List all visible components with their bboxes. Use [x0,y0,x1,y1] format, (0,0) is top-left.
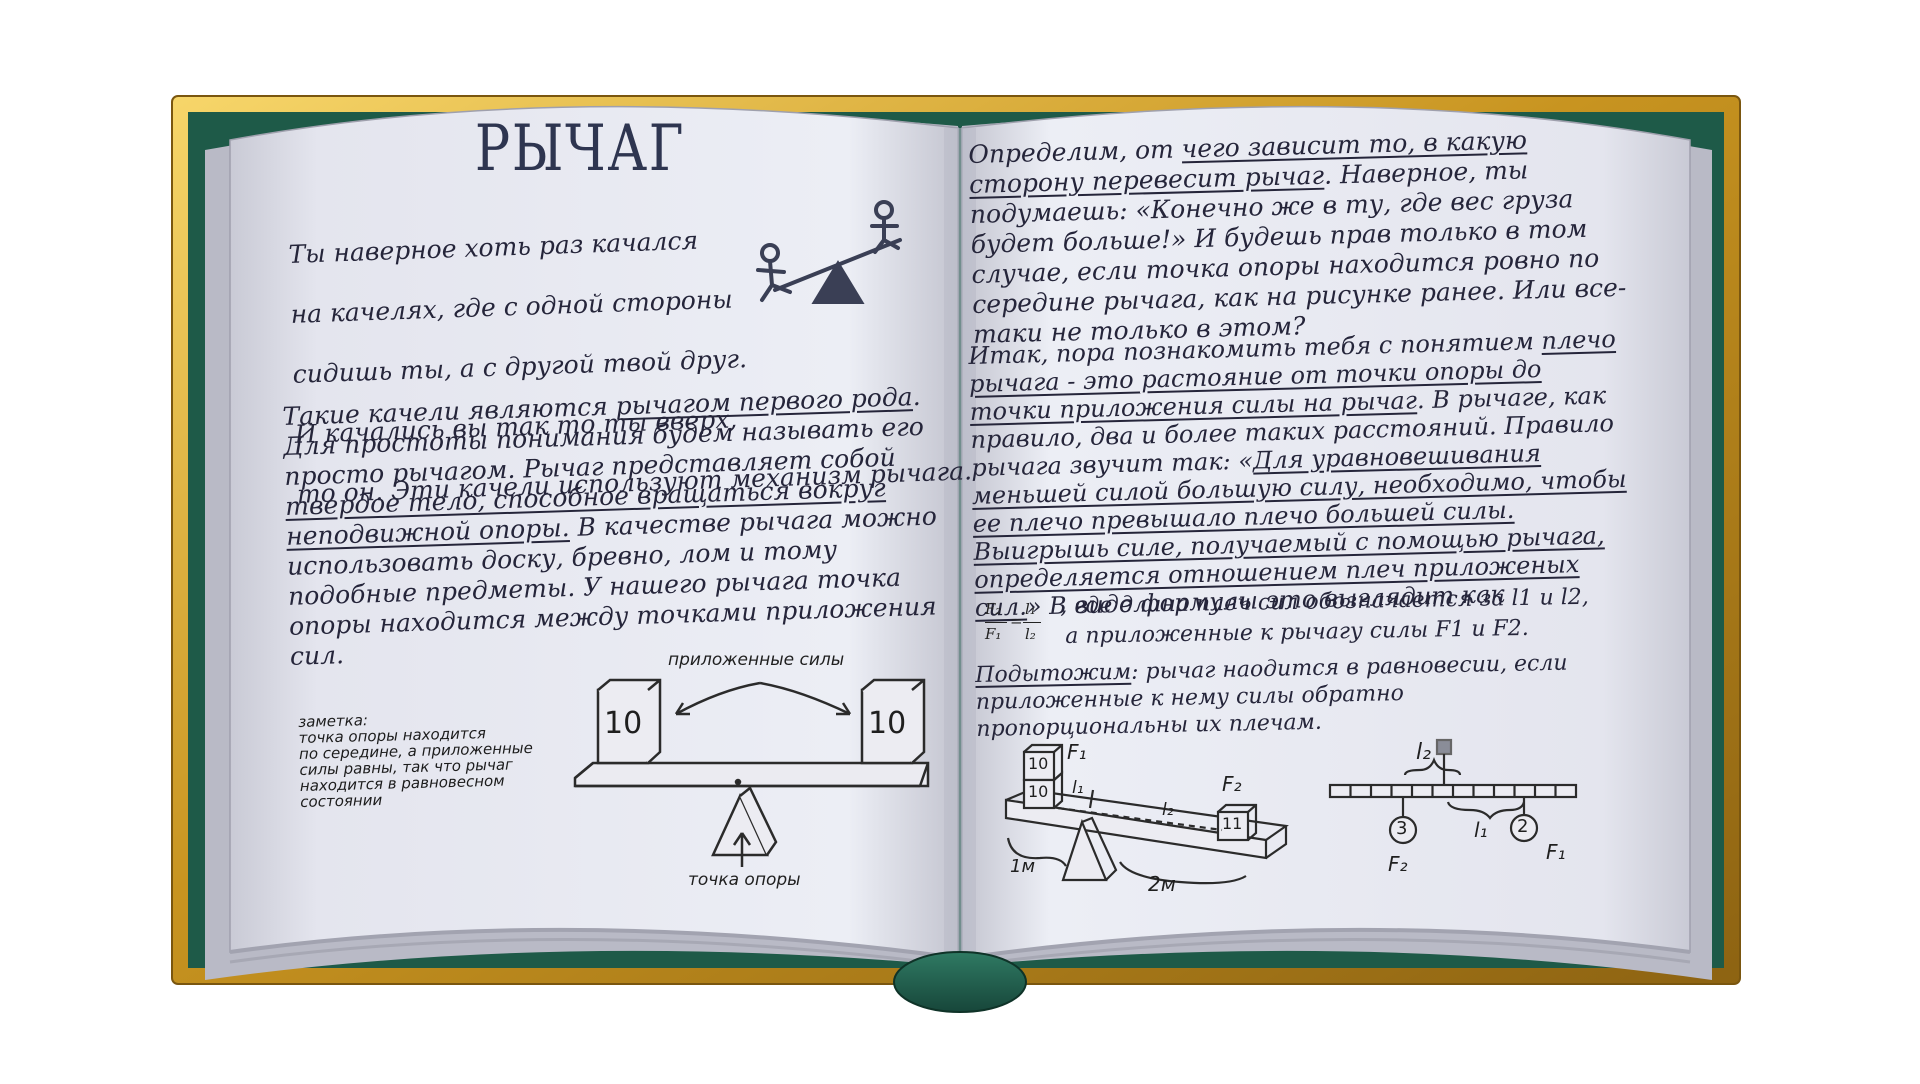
fig1-F1: F₁ [1067,740,1087,764]
formula-eq: = [1010,612,1023,630]
weight-left: 10 [604,706,643,741]
weight-right: 10 [868,706,907,741]
text-span: Определим, от [968,134,1183,169]
fig1-weight-right: 11 [1222,814,1243,833]
summary-paragraph: Подытожим: рычаг наодится в равновесии, … [975,649,1617,743]
forces-label: приложенные силы [668,650,845,670]
intro-line: на качелях, где с одной стороны [290,284,734,329]
lever-formula: F₂ F₁ = l₁ l₂ [985,600,1055,652]
fig1-l2: l₂ [1162,800,1174,820]
underlined-term: Подытожим [975,659,1132,688]
fig2-F2: F₂ [1388,852,1408,876]
intro-line: сидишь ты, а с другой твой друг. [292,344,748,389]
fig1-dist-1: 1м [1010,856,1036,877]
fig2-circle-2: 2 [1517,816,1529,837]
fulcrum-label: точка опоры [688,870,801,890]
fig2-circle-3: 3 [1396,818,1408,839]
book-illustration: РЫЧАГ Ты наверное хоть раз качался на ка… [0,0,1920,1080]
lever-arm-paragraph: Итак, пора познакомить тебя с понятием п… [968,325,1635,622]
lever-definition-paragraph: Такие качели являются рычагом первого ро… [282,381,960,672]
fig2-l2: l₂ [1416,740,1431,765]
fig2-F1: F₁ [1546,840,1566,864]
fig2-l1: l₁ [1474,818,1488,842]
intro-line: Ты наверное хоть раз качался [288,225,699,269]
side-note: заметка: точка опоры находится по середи… [297,711,534,811]
fig1-F2: F₂ [1222,772,1242,796]
fig1-dist-2: 2м [1148,872,1176,896]
fig1-l1: l₁ [1072,778,1084,798]
fig1-weight-top: 10 [1028,754,1049,773]
page-title: РЫЧАГ [474,112,686,186]
formula-l-den: l₂ [1025,625,1036,643]
which-side-paragraph: Определим, от чего зависит то, в какую с… [968,123,1633,350]
bookmark-tab [893,951,1027,1013]
formula-f-num: F₂ [985,600,1002,618]
formula-l-num: l₁ [1025,600,1036,618]
formula-f-den: F₁ [985,625,1002,643]
fig1-weight-bottom: 10 [1028,782,1049,801]
